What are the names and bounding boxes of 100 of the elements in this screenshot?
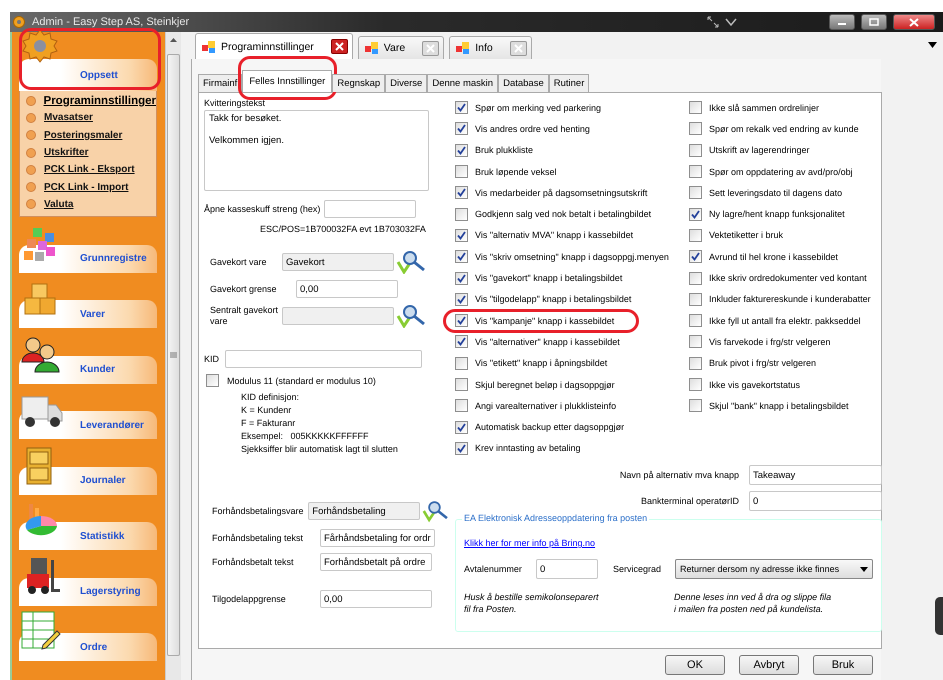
settings-tab[interactable]: Denne maskin [427,74,498,92]
side-handle[interactable] [935,597,943,635]
input-field[interactable]: 0 [536,559,598,580]
field-label: Forhåndsbetalt tekst [211,557,295,567]
checkbox[interactable] [455,356,468,370]
group-title: EA Elektronisk Adresseoppdatering fra posten [462,513,650,524]
checkbox[interactable] [689,356,702,370]
input-field[interactable]: Takeaway [749,465,882,486]
sidebar-link[interactable]: PCK Link - Eksport [44,164,135,176]
magnifier-check-icon[interactable] [422,499,449,523]
input-field[interactable] [225,350,422,368]
checkbox[interactable] [455,399,468,412]
checkbox[interactable] [455,101,468,114]
sidebar-link[interactable]: PCK Link - Import [44,182,128,193]
checkbox[interactable] [455,144,468,157]
scrollbar-thumb[interactable] [167,54,180,656]
minimize-button[interactable] [829,14,855,30]
checkbox[interactable] [689,122,702,136]
lookup-field[interactable] [282,307,394,325]
checkbox[interactable] [455,292,468,306]
close-tab-icon[interactable] [330,39,348,54]
checkbox[interactable] [206,374,219,387]
checkbox[interactable] [689,250,702,264]
field-label: Kvitteringstekst [204,98,266,108]
dialog-button[interactable]: Avbryt [739,655,799,675]
sidebar-group-button[interactable]: Kunder [19,356,157,384]
resize-icon[interactable] [707,16,719,28]
lookup-field[interactable]: Gavekort [282,253,394,271]
sidebar-link[interactable]: Mvasatser [44,112,93,124]
checkbox-label: Ikke fyll ut antall fra elektr. pakkseddel [709,316,861,326]
dialog-button[interactable]: OK [665,655,725,675]
checkbox[interactable] [455,272,468,285]
checkbox[interactable] [689,272,702,285]
checkbox[interactable] [689,399,702,412]
checkbox[interactable] [455,208,468,221]
document-tab[interactable]: Programinnstillinger [195,33,353,59]
settings-tab[interactable]: Firmainf [198,74,242,92]
checkbox[interactable] [455,420,468,434]
document-tab[interactable]: Info [449,36,532,59]
lookup-field[interactable]: Forhåndsbetaling [308,502,420,520]
checkbox[interactable] [689,292,702,306]
checkbox[interactable] [455,165,468,178]
sidebar-link[interactable]: Programinnstillinger [44,94,156,107]
maximize-button[interactable] [861,14,887,30]
checkbox[interactable] [455,314,468,328]
settings-tab[interactable]: Database [498,74,549,92]
info-link[interactable]: Klikk her for mer info på Bring.no [464,538,596,548]
input-field[interactable] [324,200,416,218]
window-icon [202,40,216,52]
checkbox[interactable] [689,186,702,200]
scroll-up-icon[interactable] [170,37,177,42]
checkbox[interactable] [689,165,702,178]
checkbox[interactable] [689,144,702,157]
checkbox[interactable] [689,335,702,348]
checkbox[interactable] [455,335,468,348]
checkbox[interactable] [689,101,702,114]
sidebar-link[interactable]: Valuta [44,198,74,210]
magnifier-check-icon[interactable] [396,250,426,274]
close-button[interactable] [893,14,935,30]
sidebar-group-button[interactable]: Statistikk [19,522,157,550]
window-icon [456,42,470,54]
checkbox[interactable] [455,122,468,136]
input-field[interactable]: Forhåndsbetalt på ordre [320,553,432,571]
magnifier-check-icon[interactable] [396,304,426,328]
window-icon [364,42,379,54]
receipt-text-area[interactable]: Takk for besøket. Velkommen igjen. [204,110,429,191]
help-text: F = Fakturanr [241,417,296,430]
input-field[interactable]: Fårhåndsbetaling for ordr [320,529,435,547]
bullet-icon [26,182,36,192]
dialog-button[interactable]: Bruk [813,655,873,675]
input-field[interactable]: 0,00 [320,590,432,608]
checkbox[interactable] [689,208,702,221]
checkbox[interactable] [689,228,702,242]
checkbox[interactable] [455,378,468,391]
sidebar-link[interactable]: Posteringsmaler [44,130,122,141]
input-field[interactable]: 0 [749,491,882,512]
checkbox-label: Vis "tilgodelapp" knapp i betalingsbildet [475,294,632,304]
settings-tab[interactable]: Diverse [385,74,428,92]
checkbox-label: Vis medarbeider på dagsomsetningsutskrift [475,188,648,198]
dropdown[interactable]: Returner dersom ny adresse ikke finnes [675,559,873,580]
input-field[interactable]: 0,00 [296,280,398,298]
checkbox[interactable] [455,186,468,200]
window-title: Admin - Easy Step AS, Steinkjer [32,16,190,28]
settings-tab[interactable]: Regnskap [332,74,386,92]
checkbox[interactable] [689,378,702,391]
note-text: Husk å bestille semikolonseparert fil fra Posten. [464,591,600,616]
document-tab[interactable]: Vare [358,36,444,59]
checkbox[interactable] [689,314,702,328]
checkbox[interactable] [455,250,468,264]
chevron-down-icon[interactable] [725,17,737,27]
checkbox-label: Vis "skriv omsetning" knapp i dagsoppgj.menyen [475,252,669,262]
settings-tab[interactable]: Rutiner [548,74,590,92]
sidebar-group-button[interactable]: Grunnregistre [19,244,157,273]
sidebar-link[interactable]: Utskrifter [44,147,88,158]
sidebar-group-button[interactable]: Lagerstyring [19,578,157,606]
checkbox[interactable] [455,442,468,455]
field-label: Tilgodelappgrense [211,594,287,604]
checkbox-label: Vis "alternativer" knapp i kassebildet [475,336,620,347]
settings-tab[interactable]: Felles Innstillinger [242,70,332,92]
checkbox[interactable] [455,228,468,242]
